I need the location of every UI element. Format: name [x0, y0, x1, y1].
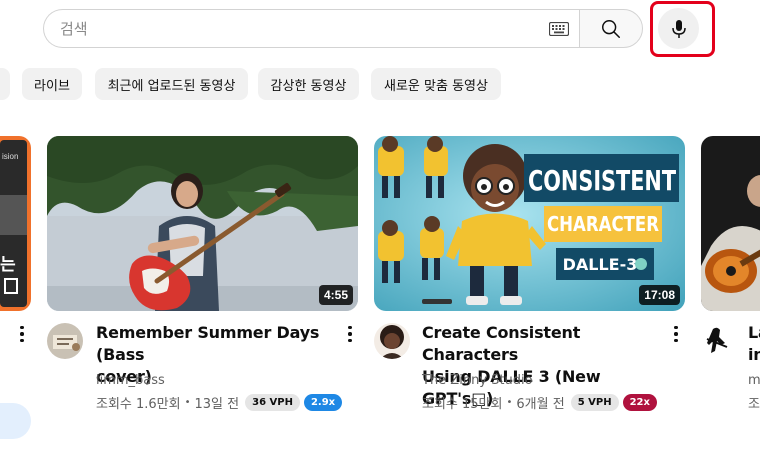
channel-name[interactable]: limm_bass — [96, 373, 165, 388]
partial-left-button[interactable] — [0, 403, 31, 439]
thumbnail-text: 는 — [0, 255, 16, 274]
vph-badge: 36 VPH — [245, 394, 300, 411]
thumbnail-text — [0, 195, 27, 235]
video-thumbnail-partial-left[interactable]: ision 는 — [0, 136, 31, 311]
chip-live[interactable]: 라이브 — [22, 68, 82, 100]
channel-avatar[interactable] — [701, 323, 737, 359]
microphone-icon — [671, 19, 686, 38]
channel-avatar[interactable] — [47, 323, 83, 359]
upload-age: 6개월 전 — [516, 397, 565, 412]
multiplier-badge: 22x — [622, 394, 657, 411]
video-meta: 조 — [748, 393, 760, 412]
video-duration: 4:55 — [318, 285, 353, 305]
video-title-line: La — [748, 323, 760, 342]
upload-age: 13일 전 — [194, 397, 240, 412]
video-title[interactable]: La in — [748, 322, 760, 366]
search-icon — [602, 19, 620, 38]
thumbnail-image — [701, 136, 760, 311]
chip-partial[interactable] — [0, 68, 10, 100]
more-options-icon[interactable] — [14, 324, 30, 344]
chip-recently-uploaded[interactable]: 최근에 업로드된 동영상 — [95, 68, 248, 100]
thumbnail-text — [4, 278, 18, 294]
vph-badge: 5 VPH — [570, 394, 619, 411]
chip-new-to-you[interactable]: 새로운 맞춤 동영상 — [371, 68, 501, 100]
view-count: 조회수 1.6만회 — [96, 397, 181, 412]
search-button[interactable] — [579, 9, 643, 48]
thumbnail-image — [47, 136, 358, 311]
video-title-line: Create Consistent Characters — [422, 323, 581, 364]
search-bar — [43, 9, 643, 48]
thumbnail-subtitle-text: CHARACTER — [547, 212, 659, 236]
video-title-line: in — [748, 345, 760, 364]
meta-separator: • — [506, 397, 513, 408]
search-input-container[interactable] — [43, 9, 579, 48]
thumbnail-image: CONSISTENT CHARACTER DALLE-3 — [374, 136, 685, 311]
voice-search-button[interactable] — [658, 8, 699, 49]
video-thumbnail[interactable]: 4:55 — [47, 136, 358, 311]
more-options-icon[interactable] — [342, 324, 358, 344]
video-title-line: Remember Summer Days (Bass — [96, 323, 320, 364]
chip-watched[interactable]: 감상한 동영상 — [258, 68, 359, 100]
video-thumbnail-partial-right[interactable] — [701, 136, 760, 311]
thumbnail-inner: ision 는 — [0, 140, 27, 307]
thumbnail-title-text: CONSISTENT — [528, 164, 676, 197]
more-options-icon[interactable] — [668, 324, 684, 344]
thumbnail-text: ision — [2, 152, 19, 161]
view-count: 조 — [748, 397, 760, 412]
video-thumbnail[interactable]: CONSISTENT CHARACTER DALLE-3 17:08 — [374, 136, 685, 311]
search-input[interactable] — [60, 19, 520, 38]
channel-name[interactable]: The Zinny Studio — [422, 373, 533, 388]
channel-name[interactable]: m — [748, 373, 760, 388]
view-count: 조회수 15만회 — [422, 397, 503, 412]
channel-avatar[interactable] — [374, 323, 410, 359]
thumbnail-tag-text: DALLE-3 — [563, 255, 638, 274]
meta-separator: • — [184, 397, 191, 408]
multiplier-badge: 2.9x — [303, 394, 343, 411]
video-duration: 17:08 — [639, 285, 680, 305]
keyboard-icon[interactable] — [549, 22, 569, 36]
video-meta: 조회수 15만회 • 6개월 전 5 VPH 22x — [422, 393, 657, 412]
video-meta: 조회수 1.6만회 • 13일 전 36 VPH 2.9x — [96, 393, 343, 412]
